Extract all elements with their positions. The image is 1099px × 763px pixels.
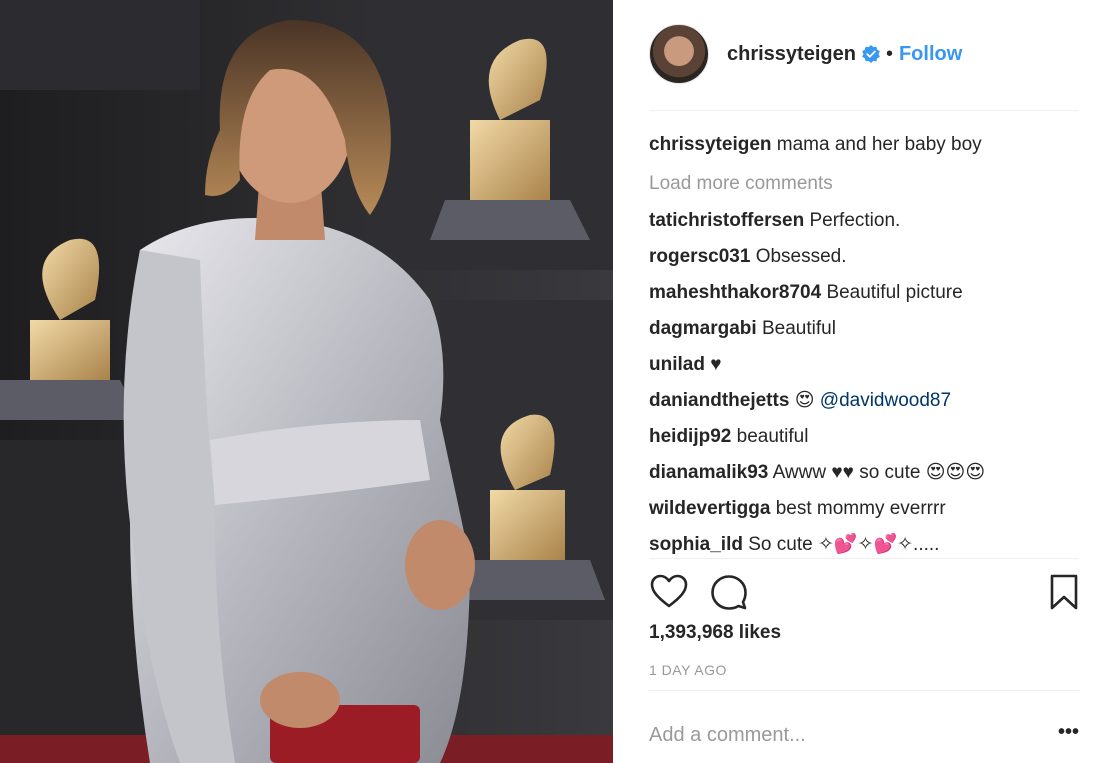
comment-username[interactable]: dianamalik93 <box>649 462 768 483</box>
bookmark-icon <box>1050 574 1078 610</box>
header-separator: • <box>885 42 893 65</box>
comment-item: maheshthakor8704 Beautiful picture <box>649 275 1079 311</box>
comment-text: 😍 <box>794 390 815 411</box>
follow-button[interactable]: Follow <box>899 43 962 66</box>
post-details-panel: chrissyteigen • Follow chrissyteigen mam… <box>613 0 1099 763</box>
comment-text: best mommy everrrr <box>775 498 946 519</box>
comment-username[interactable]: dagmargabi <box>649 318 757 339</box>
comment-username[interactable]: heidijp92 <box>649 426 731 447</box>
comment-mention-link[interactable]: @davidwood87 <box>820 390 951 411</box>
comment-item: dianamalik93 Awww ♥♥ so cute 😍😍😍 <box>649 455 1079 491</box>
comment-text: Obsessed. <box>755 246 847 267</box>
comment-item: daniandthejetts 😍 @davidwood87 <box>649 383 1079 419</box>
footer-divider <box>649 690 1079 691</box>
heart-icon <box>650 574 688 608</box>
add-comment-input[interactable] <box>649 723 1053 747</box>
comment-text: Perfection. <box>809 210 901 231</box>
comment-username[interactable]: sophia_ild <box>649 534 743 555</box>
post-photo[interactable] <box>0 0 613 763</box>
caption-username[interactable]: chrissyteigen <box>649 134 772 155</box>
comment-item: sophia_ild So cute ✧💕✧💕✧..... <box>649 527 1079 558</box>
comment-item: unilad ♥ <box>649 347 1079 383</box>
comment-text: ♥ <box>710 354 722 375</box>
like-button[interactable] <box>649 572 689 612</box>
comment-text: Beautiful <box>761 318 836 339</box>
post-header: chrissyteigen • Follow <box>649 24 962 84</box>
comment-button[interactable] <box>709 572 749 612</box>
post-actions <box>649 572 1079 612</box>
likes-count[interactable]: 1,393,968 likes <box>649 622 781 644</box>
comment-text: Beautiful picture <box>826 282 963 303</box>
comment-item: tatichristoffersen Perfection. <box>649 203 1079 239</box>
avatar[interactable] <box>649 24 709 84</box>
comment-username[interactable]: wildevertigga <box>649 498 770 519</box>
header-divider <box>649 110 1079 111</box>
more-options-icon[interactable]: ••• <box>1053 722 1079 745</box>
comment-text: Awww ♥♥ so cute 😍😍😍 <box>772 462 986 483</box>
comment-item: wildevertigga best mommy everrrr <box>649 491 1079 527</box>
comment-username[interactable]: daniandthejetts <box>649 390 789 411</box>
comment-text: So cute ✧💕✧💕✧..... <box>748 534 940 555</box>
comment-username[interactable]: unilad <box>649 354 705 375</box>
comment-username[interactable]: tatichristoffersen <box>649 210 804 231</box>
save-button[interactable] <box>1044 572 1084 612</box>
comment-text: beautiful <box>736 426 809 447</box>
caption-text: mama and her baby boy <box>776 134 982 155</box>
post-caption: chrissyteigen mama and her baby boy <box>649 130 1079 160</box>
comments-divider <box>649 558 1079 559</box>
comment-username[interactable]: maheshthakor8704 <box>649 282 821 303</box>
comment-item: rogersc031 Obsessed. <box>649 239 1079 275</box>
post-timestamp[interactable]: 1 DAY AGO <box>649 662 727 678</box>
comments-list[interactable]: chrissyteigen mama and her baby boy Load… <box>649 130 1079 558</box>
speech-bubble-icon <box>711 575 747 610</box>
add-comment-bar: ••• <box>649 720 1079 750</box>
verified-badge-icon <box>862 45 880 63</box>
comment-item: heidijp92 beautiful <box>649 419 1079 455</box>
comment-username[interactable]: rogersc031 <box>649 246 750 267</box>
header-username[interactable]: chrissyteigen <box>727 43 856 66</box>
photo-illustration <box>0 0 613 763</box>
comment-item: dagmargabi Beautiful <box>649 311 1079 347</box>
load-more-comments-button[interactable]: Load more comments <box>649 169 1079 199</box>
